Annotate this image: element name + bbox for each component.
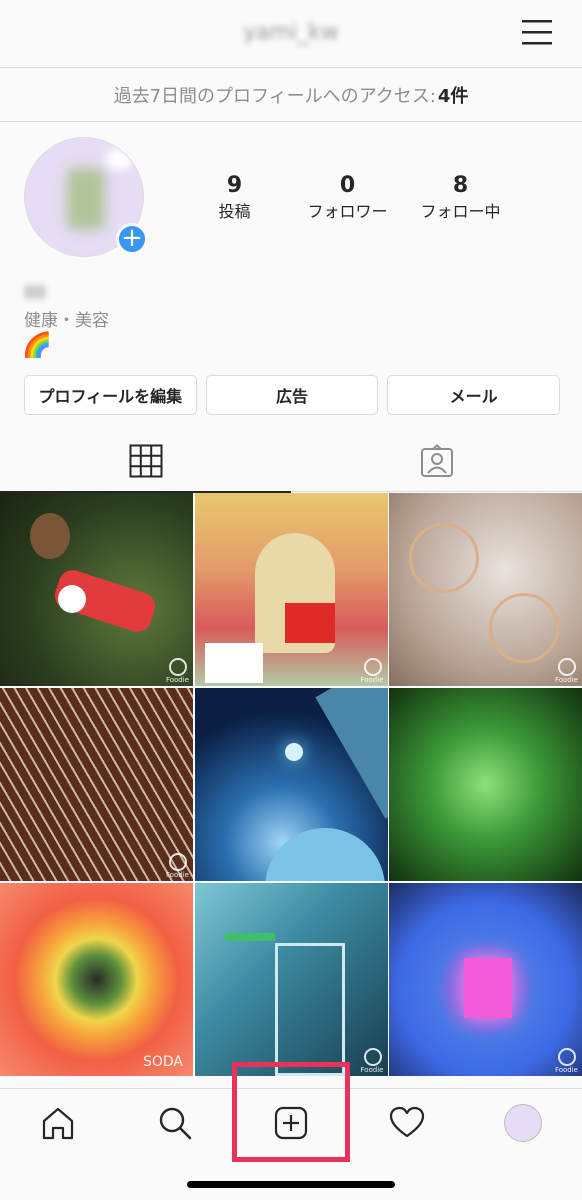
- profile-avatar[interactable]: +: [24, 137, 148, 257]
- tagged-person-icon: [420, 444, 453, 477]
- email-button[interactable]: メール: [387, 375, 561, 415]
- post-thumbnail[interactable]: Foodie: [0, 493, 193, 686]
- watermark-text: Foodie: [360, 1066, 384, 1074]
- profile-display-name: [24, 285, 46, 299]
- watermark-icon: [169, 853, 187, 871]
- watermark-text: Foodie: [165, 676, 189, 684]
- username-dropdown[interactable]: yami_kw: [0, 20, 582, 45]
- post-thumbnail[interactable]: Foodie: [0, 688, 193, 881]
- search-icon: [159, 1107, 192, 1140]
- stat-following[interactable]: 8 フォロー中: [404, 172, 517, 224]
- highlight-box-annotation: [232, 1062, 350, 1162]
- profile-actions: プロフィールを編集 広告 メール: [24, 375, 561, 415]
- watermark-icon: [558, 658, 576, 676]
- stat-posts[interactable]: 9 投稿: [178, 172, 291, 224]
- following-count: 8: [452, 173, 469, 198]
- post-thumbnail[interactable]: Foodie: [389, 883, 582, 1076]
- profile-tabs: [0, 430, 582, 493]
- heart-icon: [389, 1106, 425, 1138]
- add-story-icon[interactable]: +: [116, 223, 148, 255]
- post-thumbnail[interactable]: Foodie: [194, 883, 388, 1076]
- post-thumbnail[interactable]: SODA: [0, 883, 193, 1076]
- watermark-icon: [363, 1048, 382, 1066]
- nav-activity[interactable]: [387, 1103, 427, 1143]
- watermark-text: Foodie: [165, 871, 189, 879]
- grid-icon: [129, 444, 162, 478]
- profile-stats: 9 投稿 0 フォロワー 8 フォロー中: [178, 172, 518, 224]
- followers-count: 0: [339, 173, 356, 198]
- posts-label: 投稿: [218, 202, 251, 221]
- nav-home[interactable]: [38, 1103, 78, 1143]
- tab-grid[interactable]: [0, 430, 291, 493]
- watermark-icon: [363, 658, 382, 676]
- watermark-text: Foodie: [554, 1066, 578, 1074]
- nav-search[interactable]: [155, 1103, 195, 1143]
- watermark-icon: [169, 658, 187, 676]
- profile-visits-count: 4件: [437, 85, 469, 107]
- profile-visits-text: 過去7日間のプロフィールへのアクセス:: [113, 85, 436, 107]
- followers-label: フォロワー: [307, 202, 388, 221]
- nav-profile[interactable]: [503, 1103, 543, 1143]
- profile-category: 健康・美容: [24, 311, 109, 331]
- watermark-text: SODA: [142, 1054, 183, 1070]
- post-thumbnail[interactable]: Foodie: [389, 493, 582, 686]
- profile-avatar-mini-icon: [504, 1104, 542, 1142]
- posts-grid: Foodie Foodie Foodie Foodie SODA Foodie …: [0, 493, 582, 1076]
- stat-followers[interactable]: 0 フォロワー: [291, 172, 404, 224]
- home-indicator[interactable]: [187, 1181, 395, 1188]
- watermark-text: Foodie: [360, 676, 384, 684]
- watermark-icon: [558, 1048, 576, 1066]
- tab-tagged[interactable]: [291, 430, 582, 492]
- ads-button[interactable]: 広告: [205, 375, 379, 415]
- post-thumbnail[interactable]: [389, 688, 582, 881]
- posts-count: 9: [226, 173, 243, 198]
- post-thumbnail[interactable]: [194, 688, 388, 881]
- bio-rainbow-emoji: 🌈: [22, 331, 52, 359]
- home-icon: [42, 1107, 74, 1140]
- post-thumbnail[interactable]: Foodie: [194, 493, 388, 686]
- edit-profile-button[interactable]: プロフィールを編集: [24, 375, 197, 415]
- top-bar: yami_kw: [0, 0, 582, 68]
- watermark-text: Foodie: [554, 676, 578, 684]
- following-label: フォロー中: [420, 202, 501, 221]
- hamburger-menu-icon[interactable]: [522, 18, 552, 46]
- profile-visits-banner[interactable]: 過去7日間のプロフィールへのアクセス: 4件: [0, 68, 582, 122]
